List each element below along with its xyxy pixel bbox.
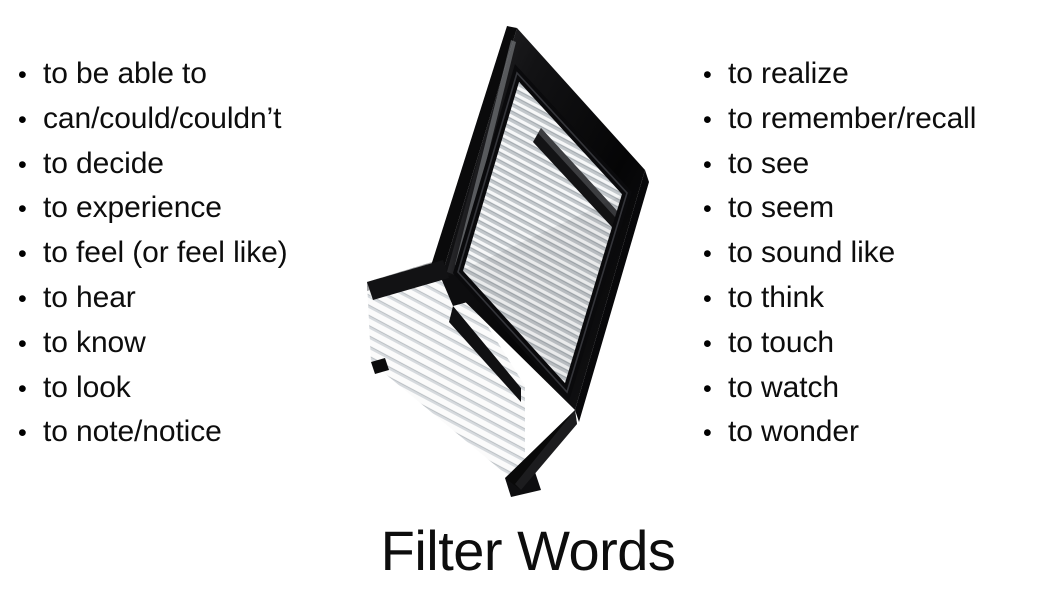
bullet-icon: •	[18, 240, 27, 269]
list-item-label: to touch	[728, 325, 834, 359]
list-item: • to hear	[18, 276, 363, 321]
list-item: • can/could/couldn’t	[18, 97, 363, 142]
list-item-label: to know	[43, 325, 146, 359]
list-item-label: to note/notice	[43, 415, 222, 449]
list-item: • to watch	[703, 366, 1053, 411]
list-item: • to be able to	[18, 52, 363, 97]
list-item-label: to remember/recall	[728, 101, 977, 135]
list-item: • to decide	[18, 142, 363, 187]
page-title: Filter Words	[380, 519, 676, 582]
bullet-icon: •	[703, 284, 712, 313]
bullet-icon: •	[703, 61, 712, 89]
list-item-label: can/could/couldn’t	[43, 101, 282, 135]
list-item-label: to hear	[43, 280, 136, 314]
list-item-label: to seem	[728, 191, 835, 225]
list-item-label: to watch	[728, 370, 839, 404]
filter-words-right-column: • to realize • to remember/recall • to s…	[703, 52, 1053, 455]
bullet-icon: •	[18, 61, 27, 89]
list-item: • to note/notice	[18, 410, 363, 455]
bullet-icon: •	[18, 329, 27, 358]
list-item: • to seem	[703, 186, 1053, 231]
bullet-icon: •	[18, 195, 27, 224]
bullet-icon: •	[703, 419, 712, 448]
list-item-label: to realize	[728, 57, 849, 90]
bullet-icon: •	[703, 329, 712, 358]
bullet-icon: •	[18, 150, 27, 179]
list-item-label: to sound like	[728, 236, 896, 270]
list-item: • to touch	[703, 321, 1053, 366]
list-item: • to feel (or feel like)	[18, 231, 363, 276]
list-item: • to remember/recall	[703, 97, 1053, 142]
bullet-icon: •	[703, 105, 712, 134]
bullet-icon: •	[18, 374, 27, 403]
bullet-icon: •	[18, 284, 27, 313]
list-item: • to think	[703, 276, 1053, 321]
list-item-label: to see	[728, 146, 810, 180]
air-filter-photo	[345, 10, 665, 515]
filter-words-left-column: • to be able to • can/could/couldn’t • t…	[18, 52, 363, 455]
list-item: • to wonder	[703, 410, 1053, 455]
list-item: • to know	[18, 321, 363, 366]
bullet-icon: •	[703, 240, 712, 269]
bullet-icon: •	[703, 195, 712, 224]
list-item: • to experience	[18, 186, 363, 231]
bullet-icon: •	[703, 150, 712, 179]
bullet-icon: •	[18, 105, 27, 134]
list-item-label: to experience	[43, 191, 222, 225]
list-item-label: to be able to	[43, 57, 207, 90]
bullet-icon: •	[703, 374, 712, 403]
bullet-icon: •	[18, 419, 27, 448]
list-item-label: to feel (or feel like)	[43, 236, 288, 270]
list-item: • to realize	[703, 52, 1053, 97]
list-item-label: to decide	[43, 146, 164, 180]
list-item-label: to think	[728, 280, 824, 314]
list-item-label: to wonder	[728, 415, 859, 449]
list-item-label: to look	[43, 370, 131, 404]
list-item: • to sound like	[703, 231, 1053, 276]
list-item: • to look	[18, 366, 363, 411]
list-item: • to see	[703, 142, 1053, 187]
